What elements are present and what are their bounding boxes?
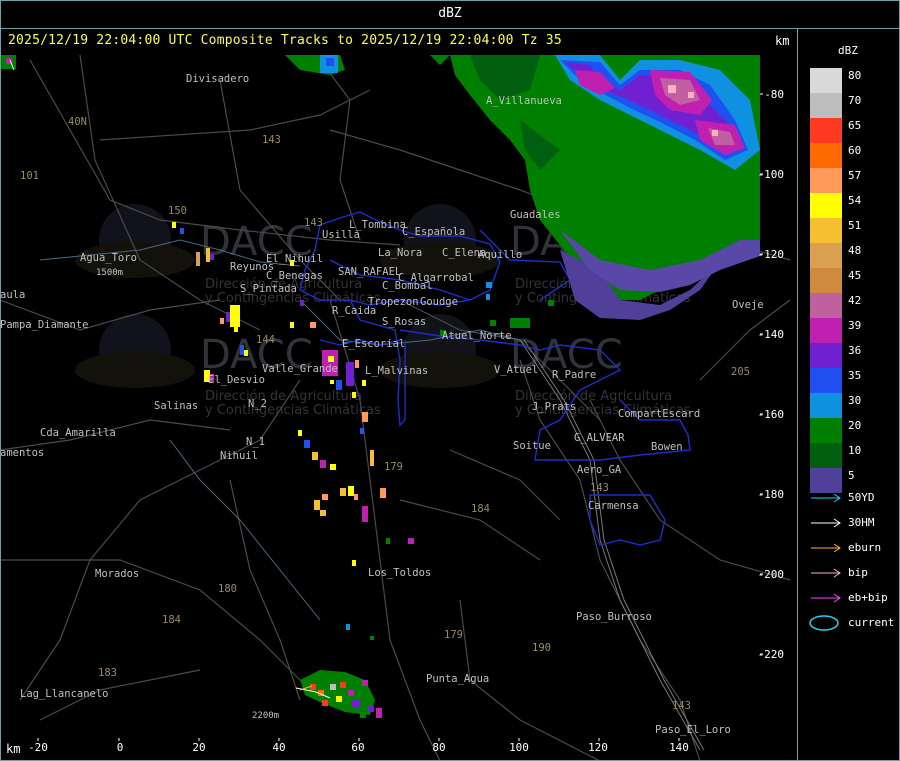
legend-value: 20	[848, 419, 862, 432]
legend-title: dBZ	[838, 44, 858, 57]
current-label: current	[848, 616, 895, 629]
legend-value: 45	[848, 269, 862, 282]
legend-swatch	[810, 68, 842, 93]
current-ellipse-icon	[809, 615, 839, 631]
track-label: 30HM	[848, 516, 875, 529]
header-label: dBZ	[438, 6, 462, 21]
map-title: 2025/12/19 22:04:00 UTC Composite Tracks…	[8, 33, 562, 48]
legend-divider	[797, 28, 798, 761]
track-arrow-icon	[811, 568, 841, 578]
legend-value: 5	[848, 469, 855, 482]
legend-swatch	[810, 418, 842, 443]
legend-swatch	[810, 443, 842, 468]
legend-value: 10	[848, 444, 862, 457]
legend-value: 60	[848, 144, 862, 157]
legend-value: 30	[848, 394, 862, 407]
legend-swatch	[810, 193, 842, 218]
legend-value: 70	[848, 94, 862, 107]
track-arrow-icon	[811, 543, 841, 553]
legend-value: 57	[848, 169, 862, 182]
legend-swatch	[810, 393, 842, 418]
track-arrow-icon	[811, 518, 841, 528]
legend-swatch	[810, 368, 842, 393]
legend-swatch	[810, 318, 842, 343]
legend-value: 42	[848, 294, 862, 307]
track-arrow-icon	[811, 493, 841, 503]
track-label: eb+bip	[848, 591, 888, 604]
track-arrow-icon	[811, 593, 841, 603]
x-axis-unit: km	[6, 742, 21, 756]
track-label: eburn	[848, 541, 882, 554]
top-bar: dBZ	[0, 0, 900, 29]
legend-swatch	[810, 293, 842, 318]
legend-swatch	[810, 243, 842, 268]
legend-value: 35	[848, 369, 862, 382]
legend-value: 65	[848, 119, 862, 132]
legend-value: 80	[848, 69, 862, 82]
legend-swatch	[810, 118, 842, 143]
legend-value: 54	[848, 194, 862, 207]
legend-swatch	[810, 268, 842, 293]
legend-value: 39	[848, 319, 862, 332]
legend-swatch	[810, 168, 842, 193]
window-frame	[0, 0, 900, 761]
y-axis-unit: km	[775, 34, 790, 48]
legend-value: 36	[848, 344, 862, 357]
track-label: bip	[848, 566, 868, 579]
track-label: 50YD	[848, 491, 875, 504]
legend-swatch	[810, 343, 842, 368]
legend-value: 51	[848, 219, 862, 232]
legend-swatch	[810, 468, 842, 493]
legend-swatch	[810, 93, 842, 118]
legend-swatch	[810, 218, 842, 243]
legend-value: 48	[848, 244, 862, 257]
legend-swatch	[810, 143, 842, 168]
